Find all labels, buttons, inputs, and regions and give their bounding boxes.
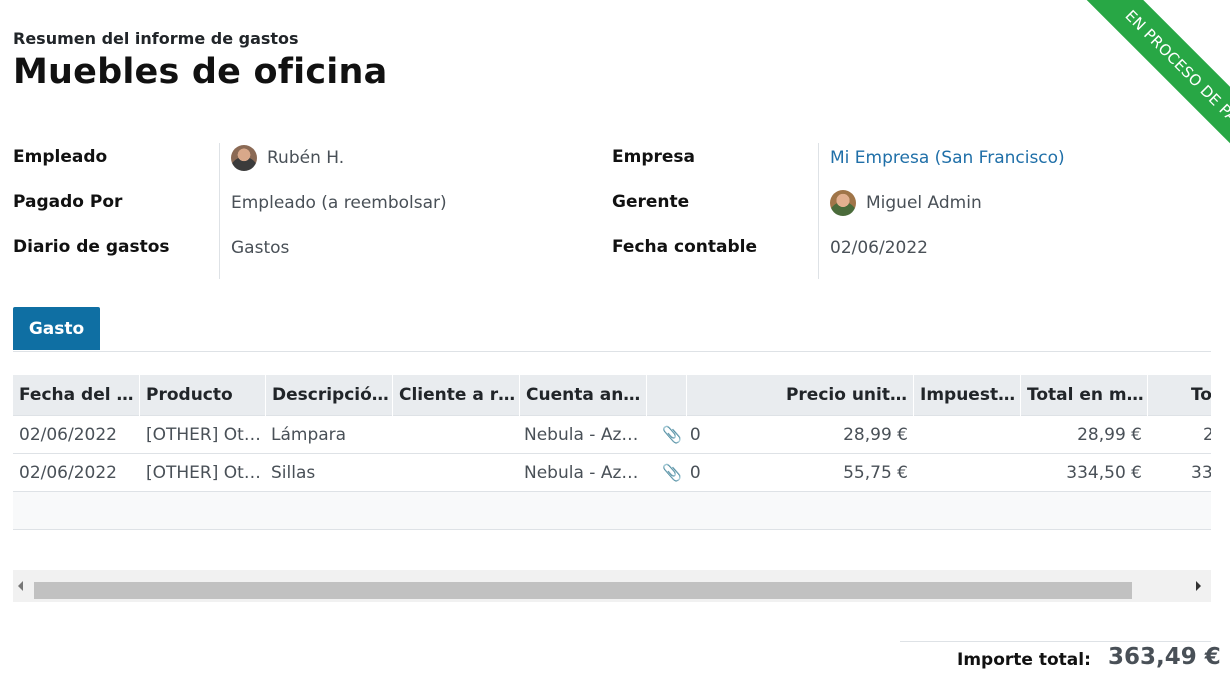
column-date[interactable]: Fecha del … <box>13 375 140 416</box>
cell-product: [OTHER] Otr… <box>146 425 266 445</box>
cell-date: 02/06/2022 <box>19 425 117 445</box>
company-link[interactable]: Mi Empresa (San Francisco) <box>830 145 1065 171</box>
column-analytic-account[interactable]: Cuenta an… <box>520 375 647 416</box>
column-total-company[interactable]: Total en m… <box>1021 375 1148 416</box>
cell-total-company: 28,99 € <box>1077 425 1142 445</box>
total-amount-label: Importe total: <box>957 650 1091 670</box>
employee-name: Rubén H. <box>267 148 345 168</box>
table-row[interactable]: 02/06/2022 [OTHER] Otr… Sillas Nebula - … <box>13 454 1211 492</box>
scroll-right-arrow-icon[interactable] <box>1196 581 1201 591</box>
cell-taxes <box>914 416 1021 454</box>
cell-product: [OTHER] Otr… <box>146 463 266 483</box>
manager-label: Gerente <box>612 192 690 212</box>
employee-avatar <box>231 145 257 171</box>
column-taxes[interactable]: Impuest… <box>914 375 1021 416</box>
scrollbar-thumb[interactable] <box>34 582 1132 599</box>
employee-label: Empleado <box>13 147 108 167</box>
accounting-date-field[interactable]: 02/06/2022 <box>830 235 928 261</box>
paid-by-field[interactable]: Empleado (a reembolsar) <box>231 190 447 216</box>
accounting-date-label: Fecha contable <box>612 237 758 257</box>
table-header: Fecha del … Producto Descripció… Cliente… <box>13 375 1211 416</box>
cell-account: Nebula - Az… <box>524 463 639 483</box>
cell-unit-price: 55,75 € <box>843 463 908 483</box>
manager-name: Miguel Admin <box>866 193 982 213</box>
field-separator <box>818 143 819 279</box>
expense-journal-field[interactable]: Gastos <box>231 235 289 261</box>
cell-date: 02/06/2022 <box>19 463 117 483</box>
column-unit-price[interactable]: Precio unit… <box>687 375 914 416</box>
manager-field[interactable]: Miguel Admin <box>830 190 982 216</box>
paid-by-label: Pagado Por <box>13 192 123 212</box>
expense-lines-table: Fecha del … Producto Descripció… Cliente… <box>13 375 1211 530</box>
cell-customer <box>393 416 520 454</box>
expense-journal-label: Diario de gastos <box>13 237 170 257</box>
status-ribbon-container: EN PROCESO DE PAGO <box>1000 0 1230 230</box>
table-row[interactable]: 02/06/2022 [OTHER] Otr… Lámpara Nebula -… <box>13 416 1211 454</box>
scroll-left-arrow-icon[interactable] <box>18 581 23 591</box>
status-ribbon: EN PROCESO DE PAGO <box>1062 0 1230 203</box>
field-separator <box>219 143 220 279</box>
cell-account: Nebula - Az… <box>524 425 639 445</box>
column-description[interactable]: Descripció… <box>266 375 393 416</box>
manager-avatar <box>830 190 856 216</box>
total-amount-value: 363,49 € <box>1108 644 1221 670</box>
column-product[interactable]: Producto <box>140 375 266 416</box>
report-title: Muebles de oficina <box>13 52 388 92</box>
tab-gasto[interactable]: Gasto <box>13 307 100 350</box>
cell-total-company: 334,50 € <box>1066 463 1142 483</box>
paperclip-icon: 📎 <box>662 425 682 444</box>
paperclip-icon: 📎 <box>662 463 682 482</box>
employee-field[interactable]: Rubén H. <box>231 145 344 171</box>
cell-total: 33 <box>1191 463 1211 483</box>
cell-customer <box>393 454 520 492</box>
company-label: Empresa <box>612 147 695 167</box>
column-customer[interactable]: Cliente a r… <box>393 375 520 416</box>
total-divider <box>900 641 1211 642</box>
tab-divider <box>13 351 1211 352</box>
report-subtitle: Resumen del informe de gastos <box>13 29 299 48</box>
horizontal-scrollbar[interactable] <box>13 570 1211 602</box>
column-total[interactable]: To <box>1148 375 1211 416</box>
cell-description: Lámpara <box>271 425 347 445</box>
empty-table-row <box>13 492 1211 530</box>
cell-unit-price: 28,99 € <box>843 425 908 445</box>
cell-total: 2 <box>1197 416 1211 454</box>
cell-description: Sillas <box>271 463 316 483</box>
column-attachment[interactable] <box>647 375 687 416</box>
cell-taxes <box>914 454 1021 492</box>
